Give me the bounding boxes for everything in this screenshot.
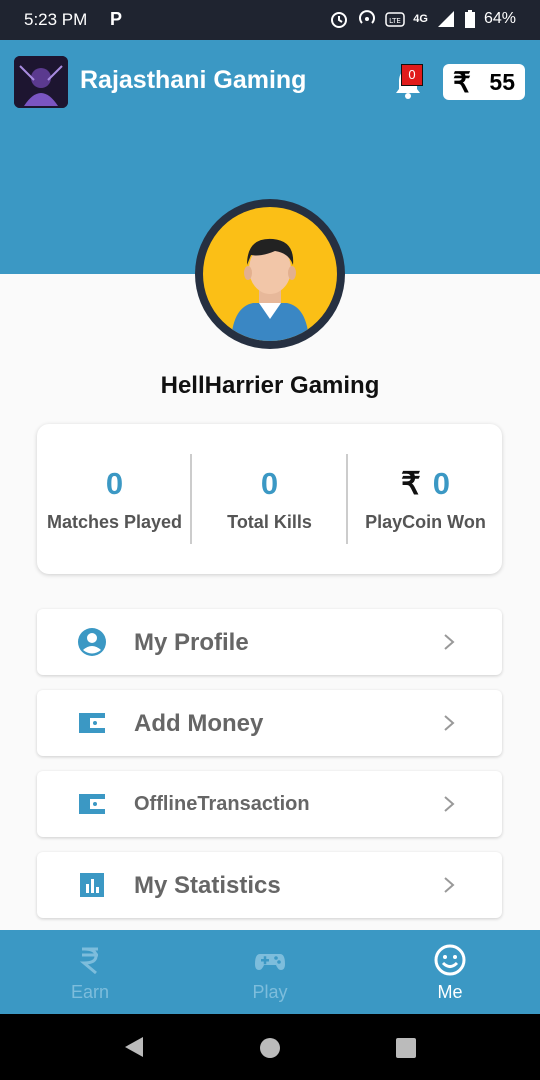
stat-value: ₹0: [348, 466, 503, 502]
wallet-amount: 55: [489, 68, 515, 95]
stat-label: PlayCoin Won: [365, 512, 486, 532]
playcoin-value: 0: [432, 466, 450, 501]
parking-app-icon: P: [110, 9, 123, 29]
nav-label: Me: [437, 982, 463, 1002]
stat-label: Matches Played: [46, 512, 183, 532]
stat-label: Total Kills: [227, 512, 312, 532]
wallet-balance[interactable]: ₹ 55: [443, 64, 525, 100]
logo-image: [14, 56, 68, 108]
battery-percent: 64%: [483, 10, 516, 27]
gamepad-icon: [255, 954, 285, 970]
status-bar: 5:23 PM P LTE 4G 64%: [0, 0, 540, 40]
wallet-icon: [79, 794, 105, 814]
status-icons: LTE 4G 64%: [329, 9, 516, 29]
menu-label: My Profile: [134, 629, 249, 656]
menu-item-my-statistics[interactable]: My Statistics: [37, 852, 502, 918]
menu-item-offline-transaction[interactable]: OfflineTransaction: [37, 771, 502, 837]
stat-value: 0: [105, 466, 124, 501]
app-title: Rajasthani Gaming: [80, 66, 307, 94]
rupee-icon: ₹: [401, 466, 421, 501]
smiley-icon: [434, 944, 466, 976]
hotspot-icon: [359, 10, 376, 24]
recents-icon[interactable]: [394, 1036, 418, 1060]
volte-icon: LTE: [385, 12, 406, 27]
nav-item-play[interactable]: Play: [180, 930, 360, 1014]
stat-total-kills: 0 Total Kills: [192, 424, 347, 574]
back-icon[interactable]: [122, 1035, 146, 1059]
menu-item-add-money[interactable]: Add Money: [37, 690, 502, 756]
chevron-right-icon: [444, 634, 455, 650]
stat-matches-played: 0 Matches Played: [37, 424, 192, 574]
avatar-image: [203, 207, 337, 341]
stats-card: 0 Matches Played 0 Total Kills ₹0 PlayCo…: [37, 424, 502, 574]
alarm-icon: [331, 12, 348, 28]
nav-item-me[interactable]: Me: [360, 930, 540, 1014]
app-logo: [14, 56, 68, 108]
account-circle-icon: [78, 628, 106, 656]
home-icon[interactable]: [258, 1036, 282, 1060]
chevron-right-icon: [444, 877, 455, 893]
nav-item-earn[interactable]: Earn: [0, 930, 180, 1014]
rupee-icon: [79, 947, 98, 975]
menu-item-my-profile[interactable]: My Profile: [37, 609, 502, 675]
wallet-icon: [79, 713, 105, 733]
status-time: 5:23 PM: [24, 10, 88, 29]
bar-chart-icon: [80, 873, 104, 897]
notification-count-badge: 0: [401, 64, 423, 86]
menu-label: My Statistics: [134, 872, 281, 899]
stat-value: 0: [260, 466, 279, 501]
chevron-right-icon: [444, 796, 455, 812]
nav-label: Play: [252, 982, 288, 1002]
avatar[interactable]: [195, 199, 345, 349]
network-type: 4G: [413, 13, 428, 25]
nav-label: Earn: [70, 982, 110, 1002]
signal-icon: [437, 11, 454, 27]
menu-label: OfflineTransaction: [134, 793, 310, 815]
username: HellHarrier Gaming: [160, 372, 380, 399]
rupee-icon: ₹: [453, 66, 471, 98]
stat-playcoin-won: ₹0 PlayCoin Won: [348, 424, 503, 574]
person-illustration: [231, 238, 309, 341]
battery-icon: [464, 10, 475, 28]
bottom-navigation: Earn Play Me: [0, 930, 540, 1014]
svg-text:LTE: LTE: [389, 17, 401, 25]
system-navigation-bar: [0, 1014, 540, 1080]
menu-label: Add Money: [134, 710, 264, 737]
chevron-right-icon: [444, 715, 455, 731]
